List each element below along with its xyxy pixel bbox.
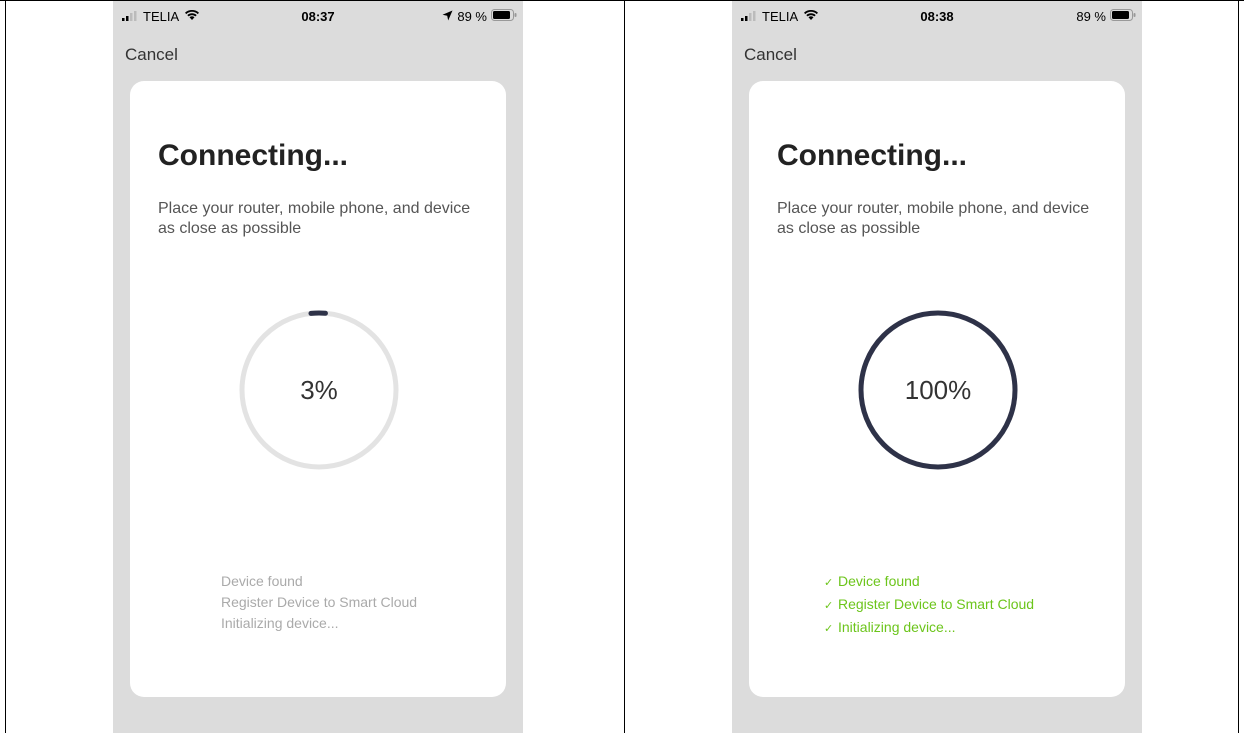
step-label: Device found bbox=[838, 573, 920, 589]
phone-screen-1: TELIA 08:37 89 % Cancel Connecting... Pl… bbox=[113, 1, 523, 733]
battery-percent: 89 % bbox=[457, 9, 487, 24]
step-initializing: ✓ Initializing device... bbox=[824, 617, 1034, 640]
step-register-cloud: Register Device to Smart Cloud bbox=[221, 592, 417, 613]
step-label: Initializing device... bbox=[838, 619, 956, 635]
progress-percent: 100% bbox=[904, 374, 972, 405]
comparison-frame: TELIA 08:37 89 % Cancel Connecting... Pl… bbox=[0, 0, 1244, 733]
center-divider bbox=[624, 0, 625, 733]
instruction-text: Place your router, mobile phone, and dev… bbox=[158, 200, 471, 237]
checkmark-icon: ✓ bbox=[824, 600, 834, 612]
status-bar: TELIA 08:38 89 % bbox=[732, 1, 1142, 31]
checkmark-icon: ✓ bbox=[824, 623, 834, 635]
phone-screen-2: TELIA 08:38 89 % Cancel Connecting... Pl… bbox=[732, 1, 1142, 733]
step-device-found: ✓ Device found bbox=[824, 571, 1034, 594]
step-label: Initializing device... bbox=[221, 615, 339, 631]
page-title: Connecting... bbox=[777, 139, 967, 172]
progress-percent: 3% bbox=[300, 374, 338, 405]
step-initializing: Initializing device... bbox=[221, 613, 417, 634]
instruction-text: Place your router, mobile phone, and dev… bbox=[777, 200, 1090, 237]
page-title: Connecting... bbox=[158, 139, 348, 172]
right-border bbox=[1238, 0, 1239, 733]
step-register-cloud: ✓ Register Device to Smart Cloud bbox=[824, 594, 1034, 617]
cancel-button[interactable]: Cancel bbox=[744, 45, 797, 65]
left-border bbox=[5, 0, 6, 733]
step-label: Device found bbox=[221, 573, 303, 589]
location-arrow-icon bbox=[442, 9, 453, 24]
step-list: Device found Register Device to Smart Cl… bbox=[221, 571, 417, 634]
battery-icon bbox=[491, 9, 517, 24]
connecting-card: Connecting... Place your router, mobile … bbox=[130, 81, 506, 697]
cancel-button[interactable]: Cancel bbox=[125, 45, 178, 65]
battery-icon bbox=[1110, 9, 1136, 24]
status-bar: TELIA 08:37 89 % bbox=[113, 1, 523, 31]
step-label: Register Device to Smart Cloud bbox=[221, 594, 418, 610]
step-device-found: Device found bbox=[221, 571, 417, 592]
connecting-card: Connecting... Place your router, mobile … bbox=[749, 81, 1125, 697]
battery-percent: 89 % bbox=[1076, 9, 1106, 24]
step-list: ✓ Device found ✓ Register Device to Smart … bbox=[824, 571, 1034, 640]
checkmark-icon: ✓ bbox=[824, 577, 834, 589]
step-label: Register Device to Smart Cloud bbox=[838, 596, 1035, 612]
